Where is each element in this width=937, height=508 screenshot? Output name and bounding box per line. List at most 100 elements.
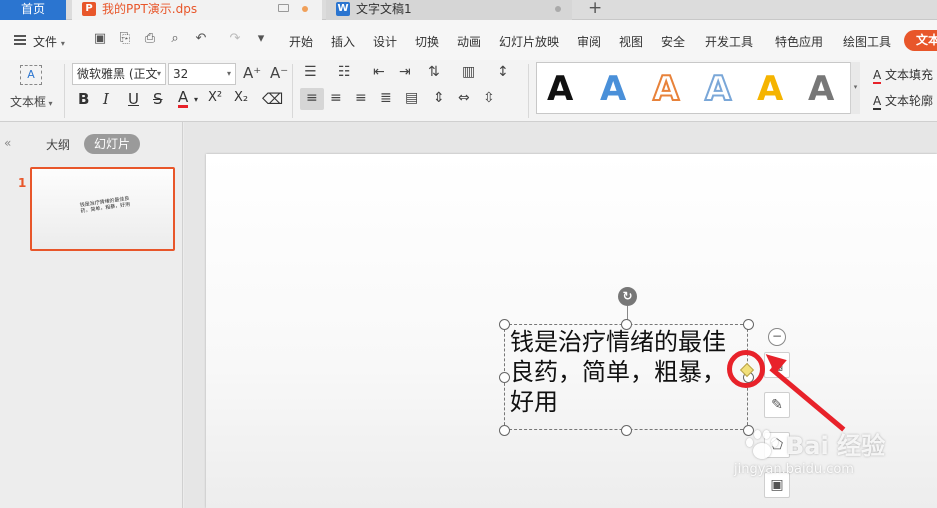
resize-handle-top-left[interactable]: [499, 319, 510, 330]
monitor-icon[interactable]: [278, 4, 289, 12]
textbox-button[interactable]: 文本框 ▾: [10, 93, 53, 110]
presentation-file-icon: P: [82, 2, 96, 16]
numbered-list-icon[interactable]: ☷: [338, 64, 351, 80]
decrease-indent-icon[interactable]: ⇤: [373, 64, 385, 80]
font-size-select[interactable]: 32 ▾: [168, 63, 236, 85]
baidu-paw-logo-icon: [742, 426, 782, 462]
print-preview-icon[interactable]: ⌕: [168, 32, 182, 46]
slide-panel: « 大纲 幻灯片 1 钱是治疗情绪的最佳良药，简单，粗暴，好用: [0, 122, 183, 508]
textbox-icon[interactable]: A: [20, 65, 42, 85]
grow-font-button[interactable]: A⁺: [243, 64, 261, 82]
menu-bar: 文件 ▾ ▣ ⎘ ⎙ ⌕ ↶ ↷ ▾ 开始 插入 设计 切换 动画 幻灯片放映 …: [0, 20, 937, 60]
chevron-down-icon[interactable]: ▾: [194, 95, 198, 104]
menu-insert[interactable]: 插入: [331, 33, 355, 50]
slide-number: 1: [18, 176, 27, 190]
customize-toolbar-icon[interactable]: ▾: [254, 32, 268, 46]
text-outline-button[interactable]: A 文本轮廓: [873, 92, 933, 110]
tab-status-dot-icon: [555, 6, 561, 12]
menu-drawing-tools[interactable]: 绘图工具: [843, 33, 891, 50]
brush-icon[interactable]: ✎: [764, 392, 790, 418]
align-center-icon[interactable]: ≡: [330, 90, 342, 106]
menu-security[interactable]: 安全: [661, 33, 685, 50]
slide-thumbnail-text: 钱是治疗情绪的最佳良药，简单，粗暴，好用: [79, 195, 131, 215]
text-style-orange-outline[interactable]: A: [652, 67, 680, 111]
tab-bar: 首页 P 我的PPT演示.dps W 文字文稿1 +: [0, 0, 937, 20]
undo-icon[interactable]: ↶: [194, 32, 208, 46]
resize-handle-bottom[interactable]: [621, 425, 632, 436]
tab-doc-title: 文字文稿1: [356, 2, 412, 16]
menu-developer[interactable]: 开发工具: [705, 33, 753, 50]
italic-button[interactable]: I: [103, 90, 109, 108]
text-style-gold[interactable]: A: [757, 67, 783, 111]
export-icon[interactable]: ⎘: [118, 32, 132, 46]
unsaved-dot-icon: [302, 6, 308, 12]
tab-word-document[interactable]: W 文字文稿1: [326, 0, 572, 20]
menu-review[interactable]: 审阅: [577, 33, 601, 50]
watermark-brand: Bai 经验: [786, 432, 886, 460]
ribbon-separator: [64, 64, 65, 118]
tab-slides[interactable]: 幻灯片: [84, 134, 140, 154]
column-icon[interactable]: ▥: [462, 64, 475, 80]
slide-text[interactable]: 钱是治疗情绪的最佳良药，简单，粗暴，好用: [510, 327, 742, 417]
menu-design[interactable]: 设计: [373, 33, 397, 50]
increase-indent-icon[interactable]: ⇥: [399, 64, 411, 80]
gallery-more-button[interactable]: ▾: [850, 62, 860, 114]
underline-button[interactable]: U: [128, 90, 139, 108]
redo-icon[interactable]: ↷: [228, 32, 242, 46]
font-color-button[interactable]: A: [178, 90, 189, 108]
tab-ppt-document[interactable]: P 我的PPT演示.dps: [72, 0, 322, 20]
print-icon[interactable]: ⎙: [143, 32, 157, 46]
tab-outline[interactable]: 大纲: [46, 136, 70, 153]
rotate-handle-icon[interactable]: ↻: [618, 287, 637, 306]
save-icon[interactable]: ▣: [93, 32, 107, 46]
menu-text-tools[interactable]: 文本: [904, 30, 937, 51]
resize-handle-top[interactable]: [621, 319, 632, 330]
menu-features[interactable]: 特色应用: [775, 33, 823, 50]
bullet-list-icon[interactable]: ☰: [304, 64, 317, 80]
superscript-button[interactable]: X²: [208, 90, 222, 105]
resize-handle-left[interactable]: [499, 372, 510, 383]
distribute-icon[interactable]: ▤: [405, 90, 418, 106]
eraser-icon[interactable]: ⌫: [262, 90, 283, 108]
align-right-icon[interactable]: ≡: [355, 90, 367, 106]
resize-handle-bottom-left[interactable]: [499, 425, 510, 436]
collapse-quick-tools-icon[interactable]: −: [768, 328, 786, 346]
slide-thumbnail[interactable]: 钱是治疗情绪的最佳良药，简单，粗暴，好用: [30, 167, 175, 251]
menu-slideshow[interactable]: 幻灯片放映: [499, 33, 559, 50]
text-fill-icon: A: [873, 68, 882, 84]
bold-button[interactable]: B: [78, 90, 89, 108]
paragraph-spacing-icon[interactable]: ⇕: [433, 90, 445, 106]
menu-start[interactable]: 开始: [289, 33, 313, 50]
tab-home[interactable]: 首页: [0, 0, 66, 20]
menu-transition[interactable]: 切换: [415, 33, 439, 50]
text-style-blue[interactable]: A: [600, 67, 626, 111]
collapse-panel-icon[interactable]: «: [4, 136, 11, 150]
menu-view[interactable]: 视图: [619, 33, 643, 50]
character-spacing-icon[interactable]: ⇔: [458, 90, 470, 106]
text-style-blue-outline[interactable]: A: [704, 67, 732, 111]
annotation-circle: [727, 350, 765, 388]
new-tab-button[interactable]: +: [588, 0, 602, 17]
shrink-font-button[interactable]: A⁻: [270, 64, 288, 82]
tab-ppt-title: 我的PPT演示.dps: [102, 2, 198, 16]
align-left-icon: ≡: [306, 90, 318, 106]
text-style-gray[interactable]: A: [808, 67, 834, 111]
resize-handle-top-right[interactable]: [743, 319, 754, 330]
vertical-align-icon[interactable]: ⇳: [483, 90, 495, 106]
strikethrough-button[interactable]: S: [153, 90, 163, 108]
writer-file-icon: W: [336, 2, 350, 16]
ribbon: A 文本框 ▾ 微软雅黑 (正文 ▾ 32 ▾ A⁺ A⁻ B I U S A ▾ …: [0, 60, 937, 122]
menu-animation[interactable]: 动画: [457, 33, 481, 50]
text-style-gallery: A A A A A A: [536, 62, 860, 114]
justify-icon[interactable]: ≣: [380, 90, 392, 106]
line-spacing-icon[interactable]: ↕: [497, 64, 509, 80]
file-menu[interactable]: 文件 ▾: [33, 33, 65, 50]
font-family-select[interactable]: 微软雅黑 (正文 ▾: [72, 63, 166, 85]
selected-text-box[interactable]: 钱是治疗情绪的最佳良药，简单，粗暴，好用: [504, 324, 748, 430]
text-fill-button[interactable]: A 文本填充: [873, 66, 933, 84]
subscript-button[interactable]: X₂: [234, 90, 248, 105]
text-style-black[interactable]: A: [547, 67, 573, 111]
menu-icon[interactable]: [14, 35, 26, 45]
text-direction-icon[interactable]: ⇅: [428, 64, 440, 80]
watermark-url: jingyan.baidu.com: [734, 462, 854, 477]
